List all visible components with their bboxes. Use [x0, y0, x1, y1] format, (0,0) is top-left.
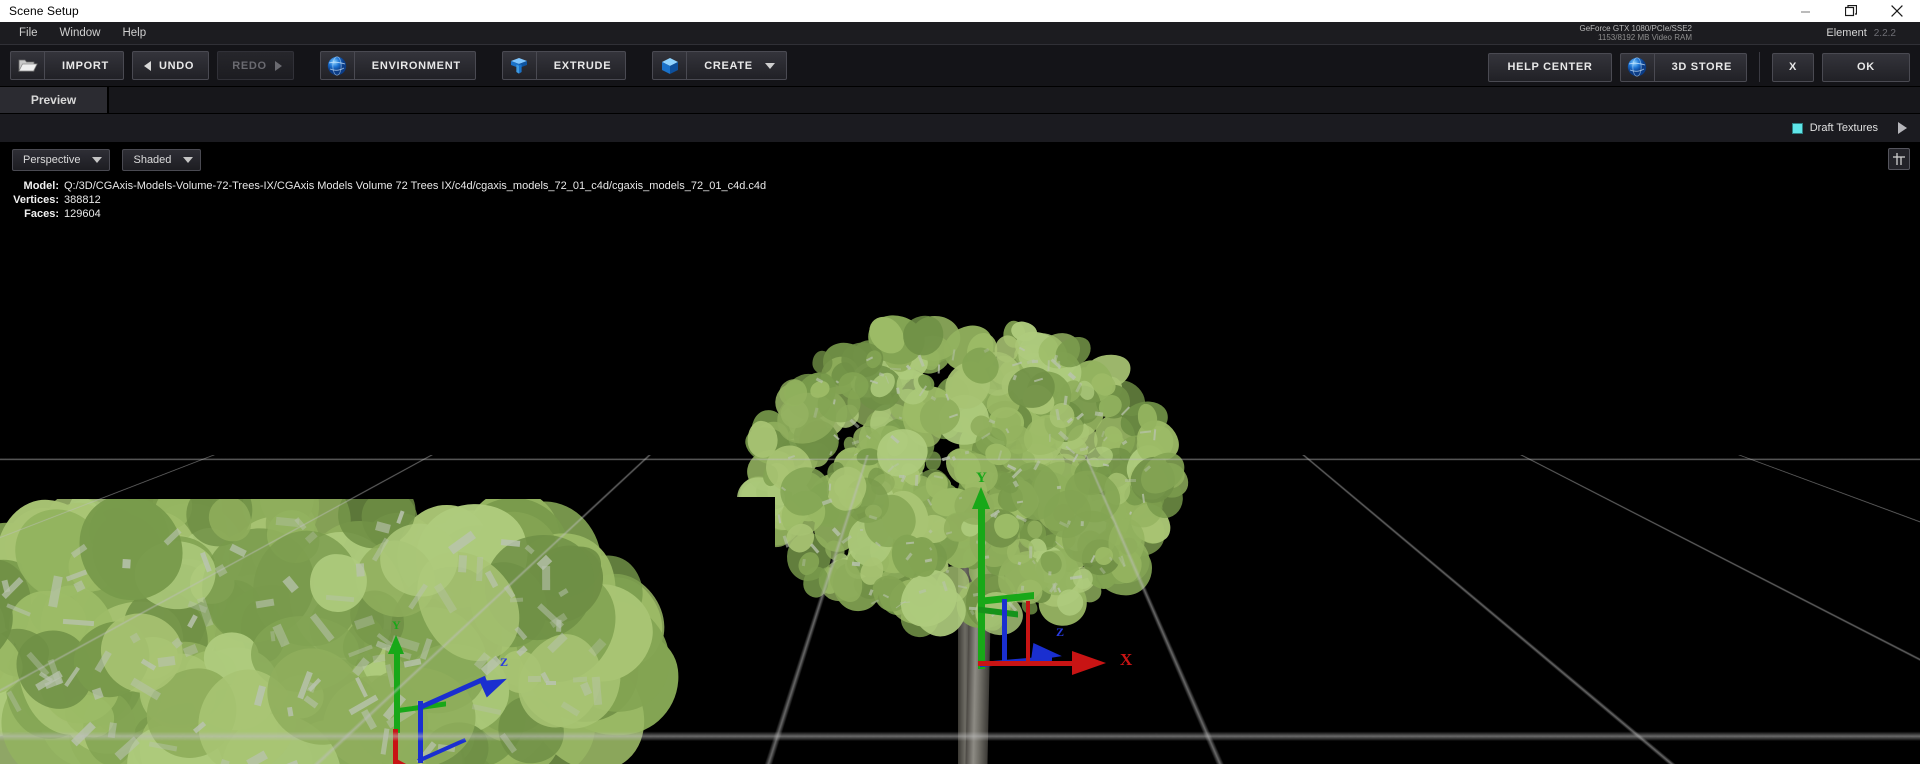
- model-key: Model:: [23, 180, 59, 192]
- tab-strip: Preview: [0, 86, 1920, 114]
- inset-viewport[interactable]: Y Z: [0, 497, 775, 764]
- x-axis-line: [978, 661, 1082, 666]
- x-axis-label: X: [1120, 650, 1133, 669]
- vertices-key: Vertices:: [13, 194, 59, 206]
- x-axis-arrowhead: [1072, 651, 1106, 675]
- inset-y-axis-line: [394, 651, 400, 733]
- window-titlebar: Scene Setup: [0, 0, 1920, 22]
- help-center-label: HELP CENTER: [1507, 61, 1593, 73]
- model-info-row-vertices: Vertices: 388812: [0, 193, 766, 207]
- x-axis-vertical: [1026, 601, 1030, 665]
- arrow-left-icon: [143, 60, 151, 71]
- axis-gizmo[interactable]: Y Z X: [780, 470, 1200, 764]
- faces-value: 129604: [64, 208, 101, 220]
- chevron-down-icon: [764, 62, 775, 69]
- inset-y-axis-arrowhead: [388, 635, 404, 654]
- brand-version: 2.2.2: [1873, 27, 1896, 39]
- brand-info: Element 2.2.2: [1826, 22, 1896, 44]
- restore-icon[interactable]: [1828, 0, 1874, 22]
- globe-icon: [321, 52, 355, 79]
- viewport-toolbar: Perspective Shaded: [0, 143, 1920, 177]
- main-toolbar: IMPORT UNDO REDO ENVIRONMENT EXTRUDE CRE…: [0, 44, 1920, 87]
- ok-label: OK: [1857, 61, 1875, 73]
- draft-textures-label: Draft Textures: [1809, 122, 1878, 134]
- gpu-memory: 1153/8192 MB Video RAM: [1598, 33, 1692, 42]
- draft-textures-checkbox[interactable]: [1791, 122, 1803, 134]
- menu-item-help[interactable]: Help: [111, 22, 157, 44]
- globe-icon: [1621, 53, 1655, 81]
- import-button[interactable]: IMPORT: [10, 51, 124, 80]
- cancel-label: X: [1788, 61, 1798, 73]
- folder-icon: [11, 52, 45, 79]
- draft-textures-toggle[interactable]: Draft Textures: [1791, 114, 1878, 142]
- z-axis-label: Z: [1056, 625, 1065, 639]
- model-info-row-model: Model: Q:/3D/CGAxis-Models-Volume-72-Tre…: [0, 179, 767, 193]
- chevron-down-icon: [92, 157, 103, 163]
- arrow-right-icon: [274, 60, 282, 71]
- menu-item-window[interactable]: Window: [49, 22, 112, 44]
- window-controls: [1782, 0, 1920, 22]
- window-title: Scene Setup: [9, 4, 79, 18]
- option-bar: Draft Textures: [0, 114, 1920, 143]
- shading-dropdown[interactable]: Shaded: [122, 149, 202, 171]
- 3d-viewport[interactable]: Y Z X Perspective Shaded Model: Q:/3D/CG…: [0, 143, 1920, 764]
- extrude-button[interactable]: EXTRUDE: [501, 51, 627, 80]
- redo-button[interactable]: REDO: [217, 51, 294, 80]
- gpu-info: GeForce GTX 1080/PCIe/SSE2 1153/8192 MB …: [1580, 22, 1693, 44]
- environment-label: ENVIRONMENT: [371, 59, 461, 72]
- menu-item-file[interactable]: File: [8, 22, 49, 44]
- create-label: CREATE: [704, 59, 753, 72]
- y-axis-arrowhead: [972, 487, 990, 509]
- inset-y-axis-label: Y: [392, 618, 401, 632]
- inset-axis-gizmo[interactable]: Y Z: [300, 618, 520, 764]
- z-axis-vertical: [1002, 599, 1007, 664]
- faces-key: Faces:: [24, 208, 59, 220]
- inset-x-axis-diag: [394, 759, 482, 764]
- model-info-panel: Model: Q:/3D/CGAxis-Models-Volume-72-Tre…: [0, 179, 766, 221]
- chevron-down-icon: [183, 157, 194, 163]
- toolbar-right-group: HELP CENTER 3D STORE X OK: [1488, 52, 1910, 82]
- help-center-button[interactable]: HELP CENTER: [1488, 52, 1612, 82]
- brand-name: Element: [1826, 27, 1867, 39]
- environment-button[interactable]: ENVIRONMENT: [319, 51, 476, 80]
- undo-label: UNDO: [158, 59, 195, 72]
- inset-z-axis-label: Z: [500, 655, 509, 669]
- expand-panel-button[interactable]: [1892, 114, 1912, 142]
- import-label: IMPORT: [62, 59, 109, 72]
- inset-z-axis-arrowhead: [479, 670, 511, 698]
- extrude-t-icon: [503, 52, 537, 79]
- shading-value: Shaded: [133, 154, 172, 166]
- tab-preview[interactable]: Preview: [0, 86, 108, 113]
- projection-dropdown[interactable]: Perspective: [12, 149, 111, 171]
- model-value: Q:/3D/CGAxis-Models-Volume-72-Trees-IX/C…: [64, 180, 767, 192]
- inset-z-axis-diag: [418, 675, 487, 710]
- undo-button[interactable]: UNDO: [131, 51, 210, 80]
- cube-icon: [653, 52, 688, 79]
- close-icon[interactable]: [1874, 0, 1920, 22]
- viewport-layout-icon[interactable]: [1888, 148, 1910, 170]
- ok-button[interactable]: OK: [1822, 52, 1910, 82]
- inset-z-axis-line: [418, 701, 423, 763]
- extrude-label: EXTRUDE: [553, 59, 612, 72]
- create-button[interactable]: CREATE: [652, 51, 787, 80]
- projection-value: Perspective: [23, 154, 81, 166]
- menubar: File Window Help GeForce GTX 1080/PCIe/S…: [0, 22, 1920, 44]
- 3d-store-button[interactable]: 3D STORE: [1619, 52, 1747, 82]
- redo-label: REDO: [232, 59, 267, 72]
- model-info-row-faces: Faces: 129604: [0, 207, 766, 221]
- inset-blue-box-edge: [417, 738, 467, 763]
- tab-strip-filler: [108, 86, 1920, 113]
- vertices-value: 388812: [64, 194, 101, 206]
- y-axis-label: Y: [976, 470, 987, 486]
- toolbar-divider: [1759, 52, 1760, 82]
- minimize-icon[interactable]: [1782, 0, 1828, 22]
- gpu-device: GeForce GTX 1080/PCIe/SSE2: [1579, 24, 1693, 33]
- 3d-store-label: 3D STORE: [1671, 61, 1732, 73]
- triangle-right-icon: [1897, 122, 1907, 134]
- cancel-button[interactable]: X: [1772, 52, 1814, 82]
